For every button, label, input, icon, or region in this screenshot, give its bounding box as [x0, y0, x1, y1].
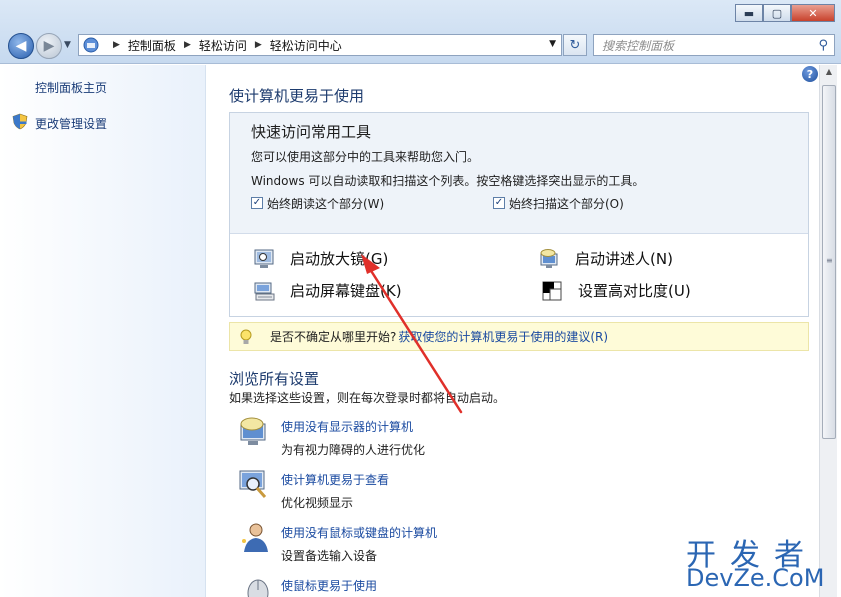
minimize-button[interactable]: ▬: [735, 4, 763, 22]
tip-text: 是否不确定从哪里开始?: [270, 330, 397, 344]
shield-icon: [12, 113, 28, 130]
browse-settings-desc: 如果选择这些设置，则在每次登录时都将自动启动。: [229, 391, 506, 405]
scrollbar-thumb[interactable]: ≡: [822, 85, 836, 439]
tip-bar: 是否不确定从哪里开始? 获取使您的计算机更易于使用的建议(R): [229, 322, 809, 351]
arrow-left-icon: ◀: [15, 38, 27, 54]
monitor-speech-icon: [240, 417, 266, 445]
window-chrome: ▬ ▢ ✕ ◀ ▶ ▼ ▶ 控制面板 ▶ 轻松访问 ▶ 轻松访问中心 ▼ ↻ 搜…: [0, 0, 841, 64]
quick-access-title: 快速访问常用工具: [251, 123, 372, 141]
get-recommendations-link[interactable]: 获取使您的计算机更易于使用的建议(R): [398, 328, 608, 345]
maximize-button[interactable]: ▢: [763, 4, 791, 22]
sidebar-item-control-panel-home[interactable]: 控制面板主页: [35, 79, 107, 96]
grip-icon: ≡: [826, 256, 833, 265]
contrast-icon: [542, 281, 562, 300]
make-easier-to-see-link[interactable]: 使计算机更易于查看: [281, 471, 389, 488]
always-scan-label[interactable]: 始终扫描这个部分(O): [509, 195, 624, 212]
person-input-icon: [242, 523, 268, 552]
back-button[interactable]: ◀: [8, 33, 34, 59]
refresh-button[interactable]: ↻: [563, 34, 587, 56]
use-without-display-link[interactable]: 使用没有显示器的计算机: [281, 418, 413, 435]
quick-access-header: 快速访问常用工具 您可以使用这部分中的工具来帮助您入门。 Windows 可以自…: [230, 113, 808, 234]
left-pane: 控制面板主页 更改管理设置: [0, 65, 206, 597]
always-scan-checkbox[interactable]: ✓: [493, 197, 505, 209]
search-input[interactable]: 搜索控制面板 ⚲: [593, 34, 835, 56]
search-placeholder: 搜索控制面板: [602, 38, 675, 53]
quick-access-panel: 快速访问常用工具 您可以使用这部分中的工具来帮助您入门。 Windows 可以自…: [229, 112, 809, 317]
window-controls: ▬ ▢ ✕: [735, 4, 835, 22]
always-read-label[interactable]: 始终朗读这个部分(W): [267, 195, 384, 212]
keyboard-icon: [254, 282, 275, 300]
use-without-mouse-keyboard-link[interactable]: 使用没有鼠标或键盘的计算机: [281, 524, 437, 541]
set-high-contrast-label: 设置高对比度(U): [578, 282, 691, 300]
breadcrumb-separator: ▶: [113, 40, 120, 50]
start-narrator-label: 启动讲述人(N): [575, 250, 673, 268]
watermark-logo: 开发者 DevZe.CoM: [686, 530, 836, 592]
monitor-magnify-icon: [239, 470, 267, 498]
sidebar-item-change-admin-settings[interactable]: 更改管理设置: [35, 115, 107, 132]
address-bar[interactable]: ▶ 控制面板 ▶ 轻松访问 ▶ 轻松访问中心 ▼: [78, 34, 562, 56]
breadcrumb-separator[interactable]: ▶: [184, 40, 191, 50]
main-content: ? 使计算机更易于使用 快速访问常用工具 您可以使用这部分中的工具来帮助您入门。…: [207, 65, 819, 597]
browse-settings-title: 浏览所有设置: [229, 370, 320, 388]
breadcrumb-separator[interactable]: ▶: [255, 40, 262, 50]
set-high-contrast-link[interactable]: 设置高对比度(U): [542, 280, 691, 301]
magnifier-icon: [254, 249, 274, 268]
breadcrumb-control-panel[interactable]: 控制面板: [128, 37, 176, 54]
start-magnifier-link[interactable]: 启动放大镜(G): [254, 248, 388, 269]
control-panel-icon: [83, 37, 99, 53]
lightbulb-icon: [240, 329, 252, 344]
make-mouse-easier-link[interactable]: 使鼠标更易于使用: [281, 577, 377, 594]
arrow-right-icon: ▶: [43, 38, 55, 54]
recent-pages-dropdown[interactable]: ▼: [64, 40, 71, 50]
always-read-checkbox[interactable]: ✓: [251, 197, 263, 209]
forward-button[interactable]: ▶: [36, 33, 62, 59]
use-without-mouse-keyboard-desc: 设置备选输入设备: [281, 549, 378, 563]
search-icon[interactable]: ⚲: [818, 38, 828, 53]
chevron-down-icon[interactable]: ▼: [549, 39, 556, 49]
watermark-bottom-text: DevZe.CoM: [686, 564, 825, 592]
start-narrator-link[interactable]: 启动讲述人(N): [539, 248, 673, 269]
refresh-icon: ↻: [569, 37, 581, 53]
quick-access-scan-note: Windows 可以自动读取和扫描这个列表。按空格键选择突出显示的工具。: [251, 174, 645, 188]
quick-access-intro: 您可以使用这部分中的工具来帮助您入门。: [251, 150, 480, 164]
scroll-up-button[interactable]: ▲: [822, 67, 836, 81]
close-button[interactable]: ✕: [791, 4, 835, 22]
start-magnifier-label: 启动放大镜(G): [290, 250, 389, 268]
use-without-display-desc: 为有视力障碍的人进行优化: [281, 443, 426, 457]
page-title: 使计算机更易于使用: [229, 87, 365, 105]
mouse-icon: [247, 579, 269, 597]
start-on-screen-keyboard-link[interactable]: 启动屏幕键盘(K): [254, 280, 402, 301]
breadcrumb-ease-of-access[interactable]: 轻松访问: [199, 37, 247, 54]
vertical-scrollbar[interactable]: ▲ ≡: [819, 65, 837, 597]
make-easier-to-see-desc: 优化视频显示: [281, 496, 354, 510]
breadcrumb-ease-of-access-center[interactable]: 轻松访问中心: [270, 37, 342, 54]
help-icon[interactable]: ?: [802, 66, 818, 82]
start-on-screen-keyboard-label: 启动屏幕键盘(K): [290, 282, 402, 300]
narrator-icon: [540, 248, 558, 268]
